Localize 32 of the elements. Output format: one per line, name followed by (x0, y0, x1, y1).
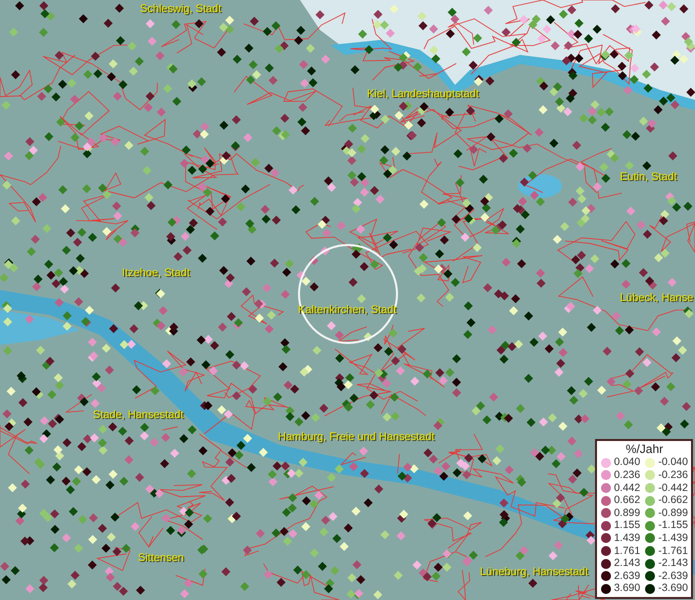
legend-value: 0.899 (614, 506, 640, 520)
place-label: Schleswig, Stadt (140, 3, 222, 16)
place-label: Hamburg, Freie und Hansestadt (278, 431, 435, 444)
legend-value: 2.143 (614, 557, 640, 570)
place-label: Sittensen (138, 552, 184, 565)
legend-value: -0.899 (658, 506, 688, 520)
legend-value: 1.439 (614, 532, 640, 545)
legend-value: 2.639 (614, 570, 640, 582)
legend-value: -1.155 (658, 519, 688, 532)
legend-value: -0.442 (658, 482, 688, 494)
legend-value: -1.439 (658, 532, 688, 545)
legend-value: -2.639 (658, 570, 688, 582)
legend-value: -3.690 (658, 582, 688, 595)
legend-value: 3.690 (614, 582, 640, 595)
legend-value: -0.040 (658, 456, 688, 470)
legend-value: 0.040 (614, 456, 640, 470)
legend-value: 0.662 (614, 494, 640, 507)
place-label: Kiel, Landeshauptstadt (367, 88, 479, 101)
legend-value: -2.143 (658, 557, 688, 570)
legend-value: 0.236 (614, 469, 640, 482)
place-label: Eutin, Stadt (620, 171, 677, 184)
legend-title: %/Jahr (624, 442, 664, 456)
legend-value: -0.236 (658, 469, 688, 482)
legend-value: 1.155 (614, 519, 640, 532)
place-label: Itzehoe, Stadt (122, 267, 190, 280)
legend-value: 1.761 (614, 544, 640, 558)
legend-value: 0.442 (614, 482, 640, 494)
legend-value: -0.662 (658, 494, 688, 507)
place-label: Lübeck, Hanse (620, 292, 694, 305)
legend-value: -1.761 (658, 544, 688, 558)
place-label: Lüneburg, Hansestadt (480, 566, 588, 579)
place-label: Stade, Hansestadt (93, 409, 184, 422)
